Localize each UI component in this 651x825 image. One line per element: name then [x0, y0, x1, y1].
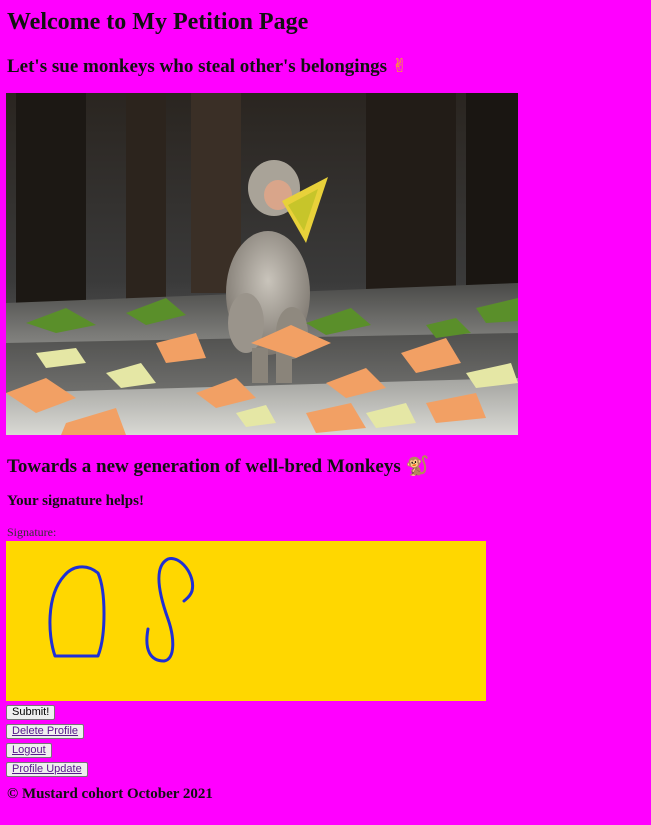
petition-page: Welcome to My Petition Page Let's sue mo…: [6, 0, 647, 802]
footer-copyright: © Mustard cohort October 2021: [7, 786, 213, 802]
section-heading-text: Towards a new generation of well-bred Mo…: [7, 456, 401, 477]
logout-button[interactable]: Logout: [6, 743, 52, 758]
section-heading: Towards a new generation of well-bred Mo…: [7, 454, 429, 479]
submit-button[interactable]: Submit!: [6, 705, 56, 720]
victory-hand-icon: ✌: [391, 55, 408, 77]
monkey-eating-papaya-photo: [6, 93, 518, 435]
monkey-icon: 🐒: [405, 455, 430, 477]
signature-prompt: Your signature helps!: [7, 493, 144, 509]
signature-label: Signature:: [7, 525, 57, 539]
page-title: Welcome to My Petition Page: [7, 9, 309, 35]
delete-profile-button[interactable]: Delete Profile: [6, 724, 85, 739]
signature-canvas[interactable]: [6, 541, 486, 701]
page-subtitle-text: Let's sue monkeys who steal other's belo…: [7, 56, 388, 77]
action-buttons: Submit! Delete Profile Logout Profile Up…: [6, 705, 88, 781]
page-subtitle: Let's sue monkeys who steal other's belo…: [7, 54, 647, 79]
profile-update-button[interactable]: Profile Update: [6, 762, 88, 777]
